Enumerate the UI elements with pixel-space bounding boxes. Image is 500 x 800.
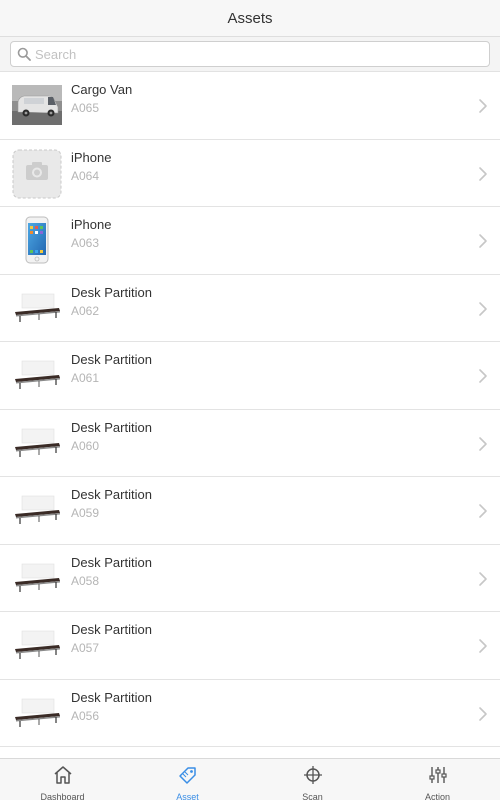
asset-thumbnail: [12, 288, 62, 328]
asset-id: A056: [71, 708, 100, 723]
asset-name: iPhone: [71, 149, 112, 165]
asset-thumbnail: [12, 558, 62, 598]
chevron-right-icon: [479, 166, 487, 181]
search-icon: [17, 47, 31, 61]
asset-list-item[interactable]: Desk Partition A056: [0, 679, 500, 747]
asset-text: Desk Partition A059: [71, 487, 152, 521]
asset-text: Desk Partition A056: [71, 690, 152, 724]
search-input[interactable]: [35, 46, 475, 62]
asset-name: Desk Partition: [71, 487, 152, 502]
asset-thumbnail: [12, 149, 62, 198]
chevron-right-icon: [479, 301, 487, 316]
asset-list-item[interactable]: Desk Partition A060: [0, 409, 500, 477]
asset-id: A065: [71, 101, 100, 115]
asset-list-item[interactable]: Desk Partition A061: [0, 342, 500, 410]
search-bar: [0, 37, 500, 72]
asset-list-item[interactable]: Desk Partition A058: [0, 544, 500, 612]
asset-thumbnail: [12, 625, 62, 665]
chevron-right-icon: [479, 436, 487, 451]
asset-list-item[interactable]: Desk Partition A059: [0, 477, 500, 545]
asset-name: Desk Partition: [71, 419, 152, 435]
chevron-right-icon: [479, 571, 487, 586]
tab-bar: Dashboard Asset Scan Action: [0, 758, 500, 800]
asset-id: A064: [71, 168, 100, 183]
asset-thumbnail: [12, 85, 62, 125]
asset-list-item[interactable]: iPhone A064: [0, 139, 500, 207]
chevron-right-icon: [479, 99, 487, 113]
asset-id: A062: [71, 303, 100, 318]
chevron-right-icon: [479, 639, 487, 653]
asset-list-item[interactable]: iPhone A063: [0, 207, 500, 275]
chevron-right-icon: [479, 504, 487, 518]
asset-id: A057: [71, 641, 100, 655]
asset-id: A059: [71, 506, 100, 520]
asset-list-item[interactable]: Desk Partition A062: [0, 274, 500, 342]
asset-name: iPhone: [71, 217, 112, 232]
asset-text: Desk Partition A061: [71, 352, 152, 386]
asset-id: A061: [71, 371, 100, 385]
page-title: Assets: [227, 9, 273, 27]
asset-thumbnail: [12, 490, 62, 530]
asset-id: A063: [71, 236, 100, 250]
asset-list-item[interactable]: Desk Partition A057: [0, 612, 500, 680]
asset-name: Cargo Van: [71, 82, 133, 97]
asset-text: Cargo Van A065: [71, 82, 132, 116]
asset-text: iPhone A063: [71, 217, 111, 251]
chevron-right-icon: [479, 369, 487, 383]
asset-name: Desk Partition: [71, 352, 152, 367]
asset-text: iPhone A064: [71, 150, 111, 184]
asset-text: Desk Partition A060: [71, 420, 152, 454]
tab-dashboard[interactable]: Dashboard: [0, 759, 125, 800]
asset-name: Desk Partition: [71, 284, 152, 300]
crosshair-icon: [302, 765, 324, 790]
asset-thumbnail: [12, 216, 62, 264]
asset-thumbnail: [12, 355, 62, 395]
asset-name: Desk Partition: [71, 622, 152, 637]
sliders-icon: [427, 765, 449, 790]
tab-label: Dashboard: [40, 792, 85, 800]
asset-list: Cargo Van A065 iPhone A064 iPhone A063 D…: [0, 72, 500, 758]
asset-text: Desk Partition A062: [71, 285, 152, 319]
asset-name: Desk Partition: [71, 554, 152, 570]
asset-list-item[interactable]: Cargo Van A065: [0, 72, 500, 140]
home-icon: [52, 765, 74, 790]
asset-tag-icon: [177, 765, 199, 790]
chevron-right-icon: [479, 234, 487, 248]
tab-asset[interactable]: Asset: [125, 759, 250, 800]
tab-action[interactable]: Action: [375, 759, 500, 800]
chevron-right-icon: [479, 706, 487, 721]
tab-scan[interactable]: Scan: [250, 759, 375, 800]
asset-thumbnail: [12, 423, 62, 463]
search-box[interactable]: [10, 41, 490, 67]
asset-text: Desk Partition A058: [71, 555, 152, 589]
tab-label: Action: [424, 792, 450, 800]
asset-thumbnail: [12, 693, 62, 733]
asset-text: Desk Partition A057: [71, 622, 152, 656]
asset-name: Desk Partition: [71, 689, 152, 705]
header-bar: Assets: [0, 0, 500, 37]
tab-label: Scan: [302, 792, 323, 800]
tab-label: Asset: [176, 792, 199, 800]
asset-id: A060: [71, 438, 100, 453]
asset-id: A058: [71, 573, 100, 588]
